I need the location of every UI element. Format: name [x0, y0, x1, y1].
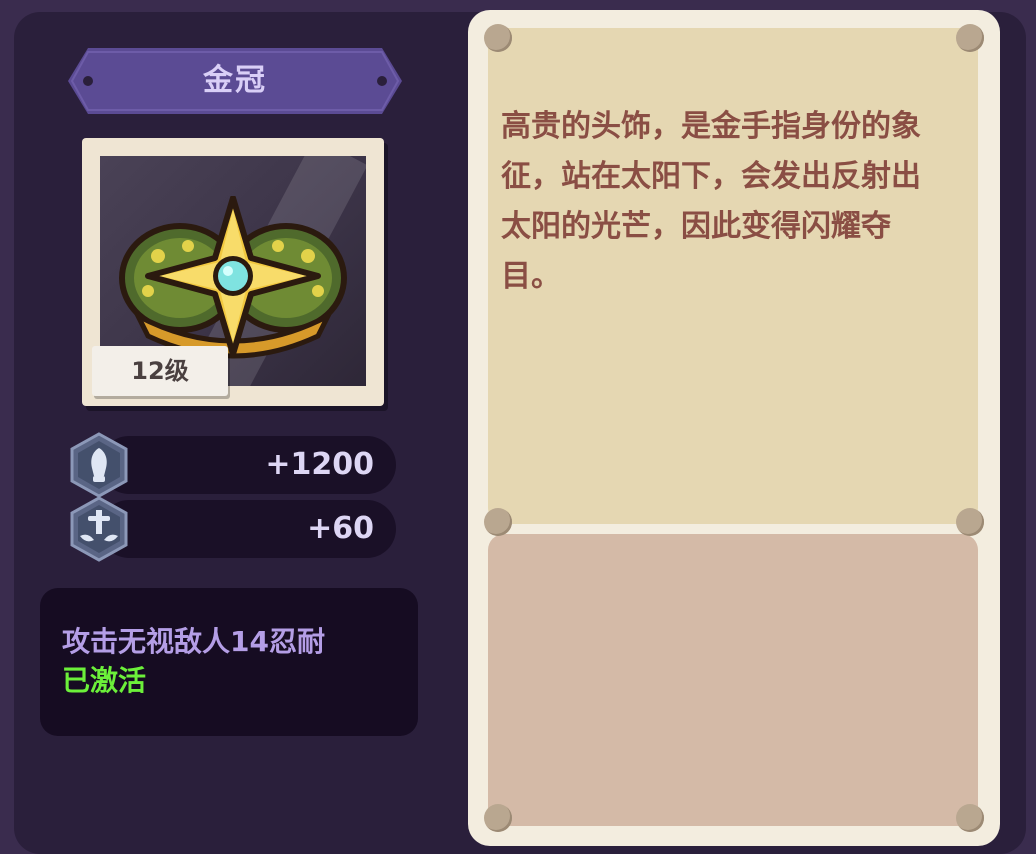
- item-name: 金冠: [203, 63, 267, 98]
- rivet-icon: [956, 508, 984, 536]
- effect-status: 已激活: [62, 664, 147, 697]
- effect-box: 攻击无视敌人14忍耐 已激活: [40, 588, 418, 736]
- stat-value: +60: [307, 511, 374, 546]
- item-description: 高贵的头饰，是金手指身份的象征，站在太阳下，会发出反射出太阳的光芒，因此变得闪耀…: [501, 109, 921, 294]
- sword-defense-icon: [70, 496, 128, 562]
- rivet-icon: [956, 804, 984, 832]
- description-area[interactable]: 高贵的头饰，是金手指身份的象征，站在太阳下，会发出反射出太阳的光芒，因此变得闪耀…: [488, 28, 978, 524]
- stat-row-defense: +60: [70, 496, 396, 562]
- lower-info-area: [488, 534, 978, 826]
- description-card: 高贵的头饰，是金手指身份的象征，站在太阳下，会发出反射出太阳的光芒，因此变得闪耀…: [468, 10, 1000, 846]
- stat-value: +1200: [265, 447, 374, 482]
- stat-row-attack: +1200: [70, 432, 396, 498]
- rivet-icon: [484, 508, 512, 536]
- item-title-banner: 金冠: [68, 48, 402, 114]
- item-level-tag: 12级: [92, 346, 228, 396]
- rivet-icon: [484, 24, 512, 52]
- rivet-icon: [956, 24, 984, 52]
- rivet-icon: [484, 804, 512, 832]
- item-portrait-frame: 12级: [82, 138, 384, 406]
- effect-text: 攻击无视敌人14忍耐: [62, 625, 325, 658]
- golden-crown-icon: [119, 196, 347, 359]
- attack-icon: [70, 432, 128, 498]
